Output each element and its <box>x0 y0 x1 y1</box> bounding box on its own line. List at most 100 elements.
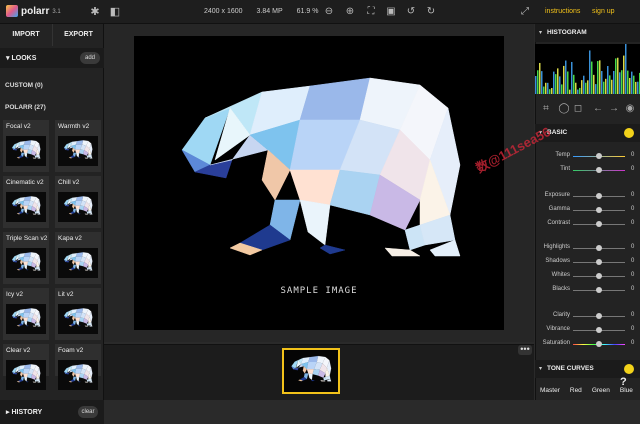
slider-row: Saturation 0 <box>535 338 640 350</box>
histogram-header[interactable]: ▾ HISTOGRAM <box>535 24 640 42</box>
look-name: Icy v2 <box>6 291 23 298</box>
slider-row: Clarity 0 <box>535 310 640 322</box>
look-thumbnail <box>58 360 98 390</box>
looks-header[interactable]: ▾ LOOKS add <box>0 48 104 68</box>
help-icon[interactable]: ? <box>620 376 632 388</box>
slider-knob[interactable] <box>596 207 602 213</box>
slider-knob[interactable] <box>596 287 602 293</box>
history-label: HISTORY <box>11 409 43 416</box>
tone-curves-toggle[interactable] <box>624 364 634 374</box>
slider-row: Gamma 0 <box>535 204 640 216</box>
slider-knob[interactable] <box>596 313 602 319</box>
look-card[interactable]: Warmth v2 <box>55 120 101 172</box>
look-card[interactable]: Icy v2 <box>3 288 49 340</box>
slider-label: Saturation <box>542 340 570 346</box>
slider-value: 0 <box>631 192 635 198</box>
look-name: Clear v2 <box>6 347 31 354</box>
slider-label: Exposure <box>544 192 570 198</box>
zoom-in-icon[interactable]: ⊕ <box>343 5 357 19</box>
import-button[interactable]: IMPORT <box>0 24 52 46</box>
slider-knob[interactable] <box>596 245 602 251</box>
custom-looks-label[interactable]: CUSTOM (0) <box>5 82 43 89</box>
look-card[interactable]: Cinematic v2 <box>3 176 49 228</box>
instructions-link[interactable]: instructions <box>545 8 580 15</box>
eye-icon[interactable]: ◉ <box>623 102 637 116</box>
slider-label: Temp <box>555 152 570 158</box>
polarr-looks-label[interactable]: POLARR (27) <box>5 104 46 111</box>
curve-tab-green[interactable]: Green <box>587 382 615 400</box>
slider-row: Exposure 0 <box>535 190 640 202</box>
curve-tab-red[interactable]: Red <box>565 382 587 400</box>
polarr-logo-icon <box>6 5 18 17</box>
curve-tab-master[interactable]: Master <box>535 382 565 400</box>
look-card[interactable]: Clear v2 <box>3 344 49 390</box>
slider-row: Tint 0 <box>535 164 640 176</box>
slider-knob[interactable] <box>596 153 602 159</box>
app-version: 3.1 <box>52 9 61 15</box>
app-logo: polarr 3.1 <box>6 5 61 17</box>
slider-value: 0 <box>631 206 635 212</box>
slider-row: Vibrance 0 <box>535 324 640 336</box>
slider-value: 0 <box>631 286 635 292</box>
slider-knob[interactable] <box>596 221 602 227</box>
slider-value: 0 <box>631 244 635 250</box>
slider-value: 0 <box>631 272 635 278</box>
slider-label: Whites <box>551 272 570 278</box>
look-thumbnail <box>6 304 46 334</box>
look-thumbnail <box>6 192 46 222</box>
sample-image-caption: SAMPLE IMAGE <box>280 286 358 296</box>
slider-label: Highlights <box>543 244 570 250</box>
slider-knob[interactable] <box>596 341 602 347</box>
slider-row: Whites 0 <box>535 270 640 282</box>
slider-knob[interactable] <box>596 327 602 333</box>
filmstrip-thumbnail[interactable] <box>282 348 340 394</box>
bug-icon[interactable]: ✱ <box>88 5 102 19</box>
slider-value: 0 <box>631 340 635 346</box>
look-thumbnail <box>58 304 98 334</box>
slider-label: Blacks <box>552 286 570 292</box>
look-card[interactable]: Kapa v2 <box>55 232 101 284</box>
slider-knob[interactable] <box>596 259 602 265</box>
look-thumbnail <box>58 248 98 278</box>
fit-screen-icon[interactable]: ⛶ <box>364 5 378 19</box>
history-header[interactable]: ▸ HISTORY clear <box>0 400 104 424</box>
export-button[interactable]: EXPORT <box>52 24 104 46</box>
slider-knob[interactable] <box>596 193 602 199</box>
tone-curves-label: TONE CURVES <box>547 365 594 372</box>
slider-row: Shadows 0 <box>535 256 640 268</box>
zoom-level: 61.9 % <box>296 8 319 15</box>
slider-knob[interactable] <box>596 273 602 279</box>
slider-knob[interactable] <box>596 167 602 173</box>
slider-row: Contrast 0 <box>535 218 640 230</box>
more-options-button[interactable]: ••• <box>518 345 532 355</box>
look-card[interactable]: Chill v2 <box>55 176 101 228</box>
undo-icon[interactable]: ↺ <box>404 5 418 19</box>
slider-value: 0 <box>631 152 635 158</box>
compare-icon[interactable]: ▣ <box>384 5 398 19</box>
panel-toggle-icon[interactable]: ◧ <box>108 5 122 19</box>
slider-label: Vibrance <box>546 326 570 332</box>
filmstrip <box>104 344 534 400</box>
crop-icon[interactable]: ⌗ <box>539 102 553 116</box>
slider-value: 0 <box>631 312 635 318</box>
add-look-button[interactable]: add <box>80 52 100 64</box>
clear-history-button[interactable]: clear <box>78 406 98 418</box>
looks-label: LOOKS <box>11 55 37 62</box>
zoom-out-icon[interactable]: ⊖ <box>322 5 336 19</box>
fullscreen-icon[interactable]: ⤢ <box>518 5 532 19</box>
thumb-bear-image <box>291 355 332 382</box>
slider-label: Clarity <box>552 312 570 318</box>
redo-icon[interactable]: ↻ <box>424 5 438 19</box>
slider-value: 0 <box>631 166 635 172</box>
image-canvas[interactable]: SAMPLE IMAGE <box>134 36 504 330</box>
look-card[interactable]: Lit v2 <box>55 288 101 340</box>
signup-link[interactable]: sign up <box>592 8 615 15</box>
look-card[interactable]: Focal v2 <box>3 120 49 172</box>
look-card[interactable]: Foam v2 <box>55 344 101 390</box>
basic-toggle[interactable] <box>624 128 634 138</box>
look-thumbnail <box>6 360 46 390</box>
slider-label: Contrast <box>547 220 570 226</box>
look-name: Kapa v2 <box>58 235 82 242</box>
histogram-label: HISTOGRAM <box>547 29 587 36</box>
look-card[interactable]: Triple Scan v2 <box>3 232 49 284</box>
